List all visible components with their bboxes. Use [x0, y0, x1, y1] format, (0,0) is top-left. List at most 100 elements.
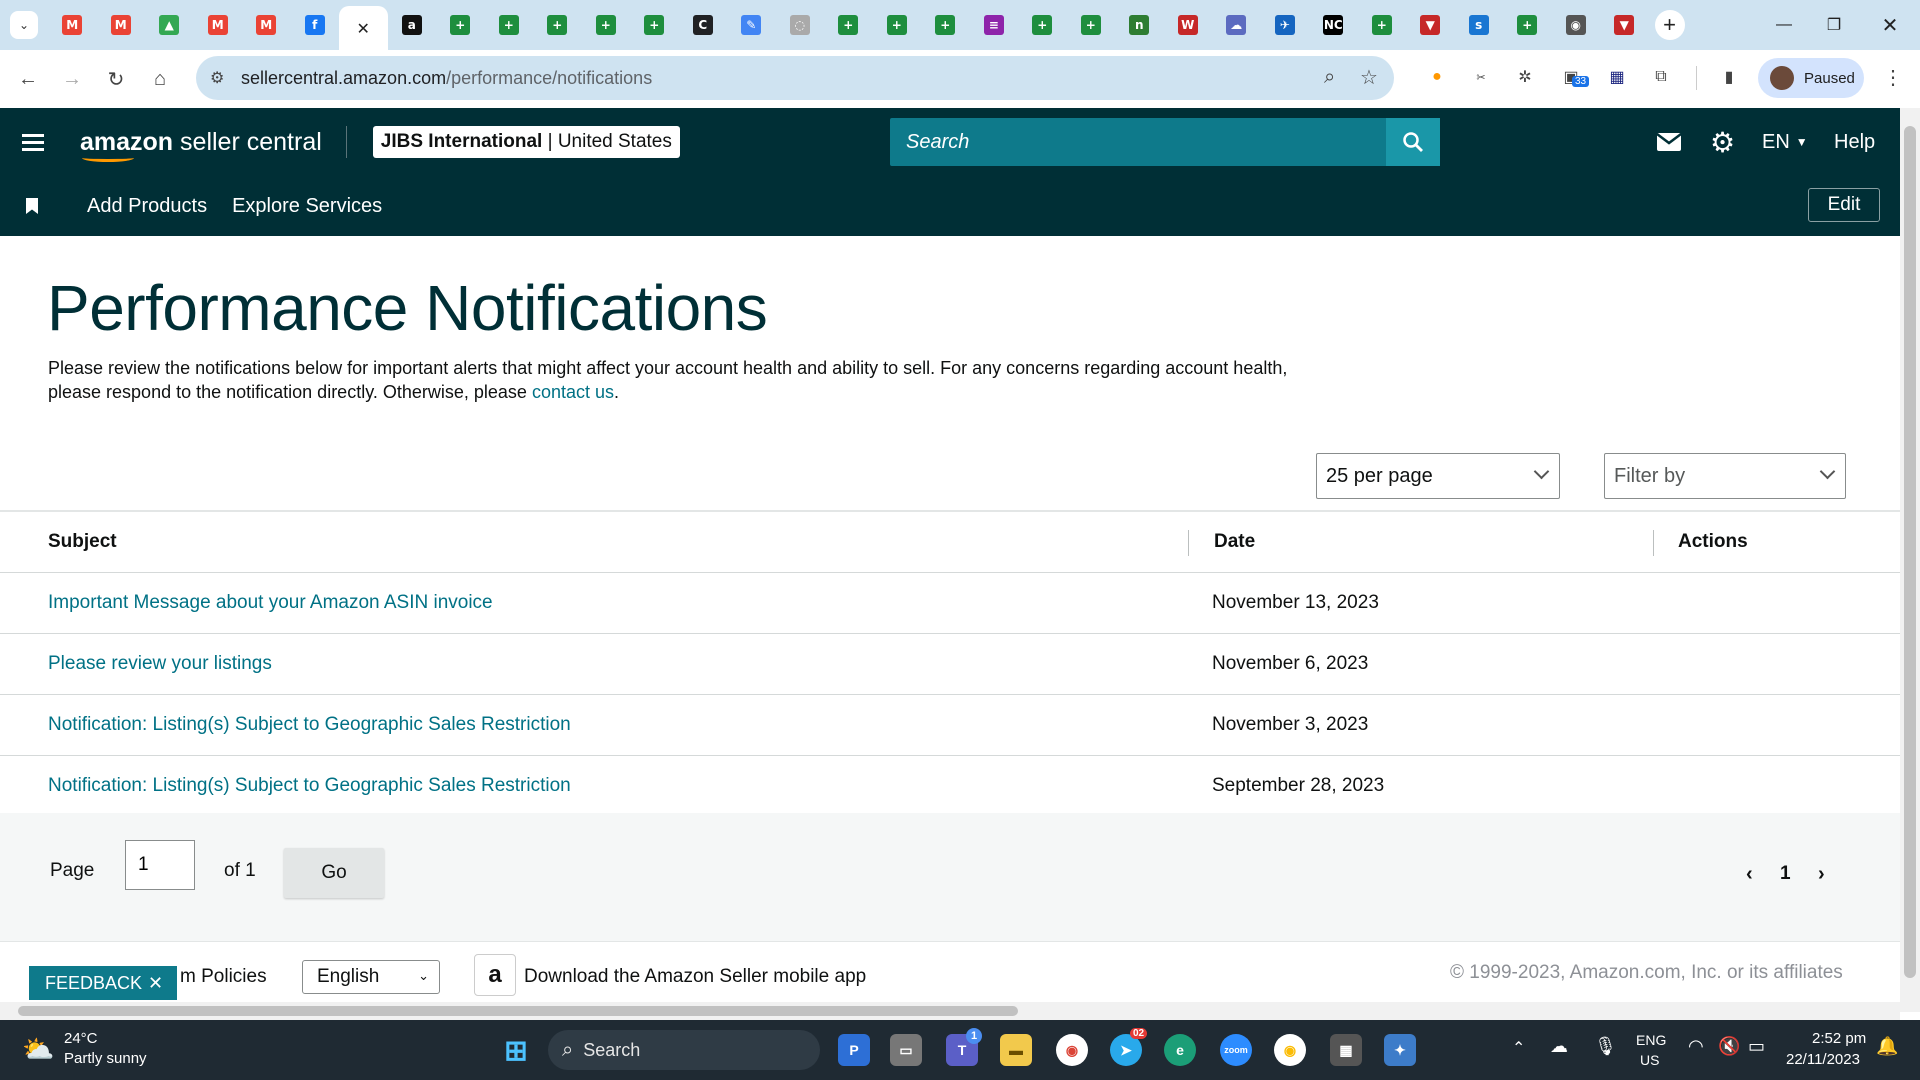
settings-gear-icon[interactable]: ⚙ [1710, 108, 1735, 176]
help-link[interactable]: Help [1834, 108, 1875, 176]
notification-subject-link[interactable]: Please review your listings [48, 653, 272, 675]
download-app-link[interactable]: Download the Amazon Seller mobile app [524, 966, 866, 988]
chevron-up-icon[interactable]: ⌃ [1512, 1038, 1525, 1058]
browser-tab[interactable]: M [48, 6, 97, 44]
wifi-icon[interactable]: ◠ [1688, 1036, 1704, 1057]
current-page-number[interactable]: 1 [1780, 863, 1791, 885]
chevron-left-icon[interactable]: ‹ [1746, 863, 1753, 886]
browser-tab[interactable]: NC [1309, 6, 1358, 44]
battery-icon[interactable]: ▭ [1748, 1036, 1765, 1057]
chrome-icon[interactable]: ◉ [1056, 1034, 1088, 1066]
reload-icon[interactable]: ↻ [96, 59, 136, 99]
language-menu[interactable]: EN ▼ [1762, 108, 1808, 176]
browser-tab[interactable]: M [194, 6, 243, 44]
close-icon[interactable]: ✕ [148, 973, 163, 994]
browser-tab[interactable]: ▼ [1600, 6, 1649, 44]
browser-tab[interactable]: + [436, 6, 485, 44]
column-header-date[interactable]: Date [1214, 531, 1255, 553]
extension-gear-icon[interactable]: ✲ [1512, 64, 1538, 90]
new-tab-button[interactable]: + [1654, 10, 1685, 40]
extension-folder-icon[interactable]: ▣ 33 [1558, 64, 1590, 90]
column-header-subject[interactable]: Subject [48, 531, 117, 553]
browser-tab[interactable]: ◌ [776, 6, 825, 44]
tab-search-dropdown-icon[interactable]: ⌄ [10, 11, 38, 39]
input-language[interactable]: ENG [1636, 1032, 1666, 1048]
contact-us-link[interactable]: contact us [532, 382, 614, 402]
horizontal-scrollbar[interactable] [0, 1002, 1900, 1020]
task-view-icon[interactable]: ▭ [890, 1034, 922, 1066]
edit-nav-button[interactable]: Edit [1808, 188, 1880, 222]
extensions-puzzle-icon[interactable]: ⧉ [1648, 64, 1674, 90]
nav-add-products[interactable]: Add Products [87, 195, 207, 218]
bookmark-star-icon[interactable]: ☆ [1360, 65, 1378, 90]
home-icon[interactable]: ⌂ [140, 59, 180, 99]
profile-button[interactable]: Paused [1758, 58, 1864, 98]
browser-tab[interactable]: ☁ [1212, 6, 1261, 44]
amazon-app-icon[interactable]: a [474, 954, 516, 996]
footer-language-select[interactable]: English ⌄ [302, 960, 440, 994]
filter-by-select[interactable]: Filter by [1604, 453, 1846, 499]
browser-tab[interactable]: + [1358, 6, 1407, 44]
browser-tab[interactable]: M [97, 6, 146, 44]
browser-tab[interactable]: W [1164, 6, 1213, 44]
bookmark-icon[interactable] [26, 198, 38, 214]
browser-tab[interactable]: ▼ [1406, 6, 1455, 44]
browser-tab[interactable]: C [679, 6, 728, 44]
per-page-select[interactable]: 25 per page [1316, 453, 1560, 499]
side-panel-icon[interactable]: ▮ [1716, 64, 1742, 90]
file-explorer-icon[interactable]: ▬ [1000, 1034, 1032, 1066]
zoom-icon[interactable]: ⌕ [1324, 66, 1335, 89]
extension-calculator-icon[interactable]: ▦ [1604, 64, 1630, 90]
minimize-icon[interactable]: — [1756, 0, 1812, 50]
page-number-input[interactable] [125, 840, 195, 890]
nav-explore-services[interactable]: Explore Services [232, 195, 382, 218]
browser-tab[interactable]: f [291, 6, 340, 44]
url-text[interactable]: sellercentral.amazon.com/performance/not… [241, 68, 652, 89]
notification-subject-link[interactable]: Notification: Listing(s) Subject to Geog… [48, 714, 571, 736]
onedrive-icon[interactable]: ☁ [1550, 1036, 1568, 1057]
app-icon-1[interactable]: P [838, 1034, 870, 1066]
windows-start-icon[interactable]: ⊞ [500, 1034, 532, 1066]
search-button[interactable] [1386, 118, 1440, 166]
browser-tab[interactable]: + [630, 6, 679, 44]
account-switcher[interactable]: JIBS International | United States [372, 126, 680, 158]
app-icon-2[interactable]: ✦ [1384, 1034, 1416, 1066]
calculator-icon[interactable]: ▦ [1330, 1034, 1362, 1066]
browser-tab[interactable]: + [485, 6, 534, 44]
browser-tab[interactable]: + [921, 6, 970, 44]
search-input[interactable] [906, 130, 1376, 154]
zoom-icon[interactable]: zoom [1220, 1034, 1252, 1066]
browser-tab[interactable]: + [824, 6, 873, 44]
teams-icon[interactable]: T1 [946, 1028, 982, 1066]
browser-tab[interactable]: ✎ [727, 6, 776, 44]
address-bar[interactable]: ⚙ sellercentral.amazon.com/performance/n… [196, 56, 1394, 100]
chrome-canary-icon[interactable]: ◉ [1274, 1034, 1306, 1066]
notification-subject-link[interactable]: Notification: Listing(s) Subject to Geog… [48, 775, 571, 797]
restore-icon[interactable]: ❐ [1806, 0, 1862, 50]
scrollbar-thumb[interactable] [18, 1006, 1018, 1016]
chevron-right-icon[interactable]: › [1818, 863, 1825, 886]
amazon-seller-central-logo[interactable]: amazon seller central [80, 128, 322, 162]
site-info-icon[interactable]: ⚙ [210, 68, 224, 88]
scrollbar-thumb[interactable] [1904, 126, 1916, 978]
mail-icon[interactable] [1656, 108, 1682, 176]
browser-tab[interactable]: + [873, 6, 922, 44]
browser-tab[interactable]: s [1455, 6, 1504, 44]
browser-tab[interactable]: + [1067, 6, 1116, 44]
browser-tab[interactable]: ▲ [145, 6, 194, 44]
telegram-icon[interactable]: ➤ 02 [1110, 1028, 1148, 1066]
forward-arrow-icon[interactable]: → [52, 59, 92, 99]
browser-tab[interactable]: ◉ [1552, 6, 1601, 44]
browser-tab[interactable]: + [1503, 6, 1552, 44]
notification-bell-icon[interactable]: 🔔 [1876, 1036, 1898, 1057]
browser-tab[interactable]: + [1018, 6, 1067, 44]
program-policies-link[interactable]: m Policies [180, 966, 267, 988]
active-tab[interactable]: ✕ [339, 6, 388, 50]
vertical-scrollbar[interactable] [1900, 108, 1920, 1012]
edge-icon[interactable]: e [1164, 1034, 1196, 1066]
extension-sale-icon[interactable]: ✂ [1468, 64, 1494, 90]
browser-tab[interactable]: n [1115, 6, 1164, 44]
feedback-button[interactable]: FEEDBACK ✕ [29, 966, 177, 1000]
back-arrow-icon[interactable]: ← [8, 59, 48, 99]
clock-date[interactable]: 22/11/2023 [1786, 1051, 1860, 1068]
